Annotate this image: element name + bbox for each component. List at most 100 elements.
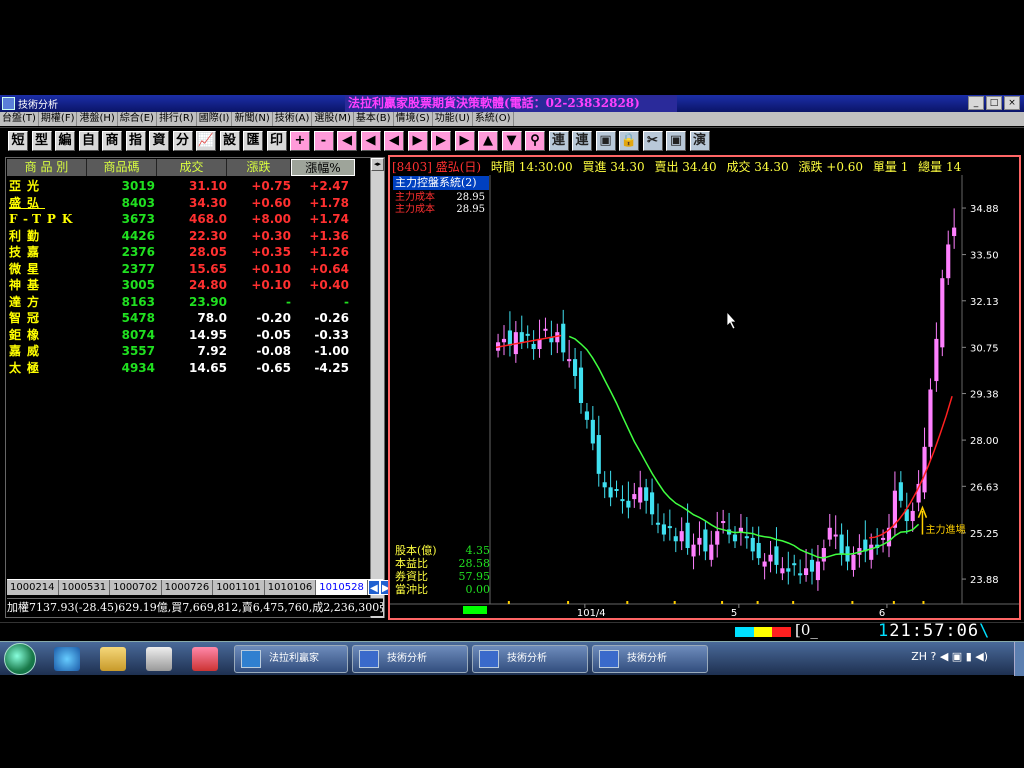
toolbar-button[interactable]: ◀ [337,131,357,151]
toolbar-button[interactable]: 商 [102,131,122,151]
candle-body [584,411,589,420]
menu-item[interactable]: 技術(A) [273,112,313,126]
toolbar-button[interactable]: ▲ [478,131,498,151]
toolbar-button[interactable]: ▼ [501,131,522,151]
ie-icon[interactable] [54,647,80,671]
stock-pct: -0.33 [314,327,349,342]
date-tab[interactable]: 1000214 [7,580,59,595]
indicator-title[interactable]: 主力控盤系統(2) [393,176,489,190]
toolbar-button[interactable]: 指 [125,131,146,151]
date-tab[interactable]: 1001101 [213,580,265,595]
col-header-code[interactable]: 商品碼 [87,159,157,176]
col-header-change[interactable]: 漲跌 [227,159,291,176]
menu-item[interactable]: 功能(U) [433,112,473,126]
stock-pct: +0.64 [309,261,349,276]
menu-item[interactable]: 台盤(T) [0,112,39,126]
toolbar-button[interactable]: 連 [548,131,569,151]
status-swatch [753,627,773,637]
app-shortcut-icon[interactable] [192,647,218,671]
watchlist-row[interactable]: F-TPK 3673 468.0 +8.00 +1.74 [7,211,367,227]
toolbar-button[interactable]: ◀ [360,131,381,151]
scroll-toggle-icon[interactable]: ◂▸ [371,158,384,171]
watchlist-row[interactable]: 利勤 4426 22.30 +0.30 +1.36 [7,228,367,244]
y-tick-label: 23.88 [970,575,999,586]
menu-item[interactable]: 新聞(N) [232,112,273,126]
col-header-pct[interactable]: 漲幅% [291,159,355,176]
toolbar-button[interactable]: 📈 [196,131,216,151]
date-tab[interactable]: 1010528 [316,580,368,595]
toolbar-button[interactable]: ▣ [595,131,616,151]
watchlist-row[interactable]: 微星 2377 15.65 +0.10 +0.64 [7,261,367,277]
toolbar-button[interactable]: 分 [172,131,193,151]
show-desktop-button[interactable] [1014,642,1024,676]
watchlist-row[interactable]: 太極 4934 14.65 -0.65 -4.25 [7,360,367,376]
menu-item[interactable]: 期權(F) [39,112,78,126]
toolbar-button[interactable]: ⚲ [525,131,545,151]
cost-label: 主力成本 [395,204,435,215]
toolbar-button[interactable]: ▣ [666,131,686,151]
stock-price: 7.92 [197,344,227,358]
maximize-button[interactable]: □ [986,96,1002,110]
toolbar-button[interactable]: ▶ [454,131,475,151]
toolbar-button[interactable]: 短 [8,131,28,151]
stock-pct: -4.25 [314,360,349,375]
taskbar-button[interactable]: 技術分析 [592,645,708,673]
menu-item[interactable]: 港盤(H) [77,112,118,126]
candle-body [685,522,690,549]
toolbar-button[interactable]: ✂ [642,131,663,151]
watchlist-row[interactable]: 鉅橡 8074 14.95 -0.05 -0.33 [7,327,367,343]
toolbar-button[interactable]: 印 [266,131,287,151]
watchlist-row[interactable]: 嘉威 3557 7.92 -0.08 -1.00 [7,343,367,359]
toolbar-button[interactable]: ▶ [407,131,428,151]
toolbar-button[interactable]: 連 [572,131,592,151]
status-text: [0_ [795,621,818,639]
menu-item[interactable]: 綜合(E) [118,112,157,126]
stock-price: 23.90 [189,294,227,309]
menu-item[interactable]: 基本(B) [354,112,394,126]
menu-item[interactable]: 情境(S) [394,112,433,126]
stock-name: 鉅橡 [9,327,46,342]
date-tab[interactable]: 1000702 [110,580,162,595]
stock-price: 14.65 [189,360,227,375]
menu-item[interactable]: 國際(I) [197,112,233,126]
candle-body [786,568,791,572]
toolbar-button[interactable]: - [313,131,334,151]
date-tab[interactable]: 1010106 [265,580,317,595]
menu-item[interactable]: 排行(R) [157,112,197,126]
watchlist-row[interactable]: 達方 8163 23.90 - - [7,294,367,310]
toolbar-button[interactable]: 自 [78,131,99,151]
menu-item[interactable]: 系統(O) [473,112,514,126]
toolbar-button[interactable]: ◀ [384,131,404,151]
candle-body [768,554,773,562]
watchlist-scrollbar[interactable]: ◂▸ [370,158,384,618]
taskbar-button[interactable]: 技術分析 [352,645,468,673]
toolbar-button[interactable]: 演 [689,131,710,151]
close-button[interactable]: × [1004,96,1020,110]
col-header-price[interactable]: 成交 [157,159,227,176]
toolbar-button[interactable]: 設 [219,131,240,151]
folder-icon[interactable] [100,647,126,671]
toolbar-button[interactable]: ▶ [431,131,451,151]
toolbar-button[interactable]: + [290,131,310,151]
taskbar-button[interactable]: 法拉利贏家 [234,645,348,673]
toolbar-button[interactable]: 匯 [243,131,263,151]
toolbar-button[interactable]: 型 [31,131,52,151]
date-tab[interactable]: 1000531 [59,580,111,595]
toolbar-button[interactable]: 🔒 [619,131,639,151]
watchlist-row[interactable]: 盛弘 8403 34.30 +0.60 +1.78 [7,195,367,211]
watchlist-row[interactable]: 智冠 5478 78.0 -0.20 -0.26 [7,310,367,326]
col-header-name[interactable]: 商 品 別 [7,159,87,176]
date-tab[interactable]: 1000726 [162,580,214,595]
toolbar-button[interactable]: 編 [55,131,75,151]
watchlist-row[interactable]: 技嘉 2376 28.05 +0.35 +1.26 [7,244,367,260]
watchlist-row[interactable]: 神基 3005 24.80 +0.10 +0.40 [7,277,367,293]
taskbar-button[interactable]: 技術分析 [472,645,588,673]
tab-prev-icon[interactable]: ◀ [367,580,380,595]
system-tray[interactable]: ZH ? ◀ ▣ ▮ ◀) [911,650,988,663]
media-player-icon[interactable] [146,647,172,671]
start-button[interactable] [4,643,36,675]
menu-item[interactable]: 選股(M) [312,112,354,126]
watchlist-row[interactable]: 亞光 3019 31.10 +0.75 +2.47 [7,178,367,194]
minimize-button[interactable]: _ [968,96,984,110]
toolbar-button[interactable]: 資 [149,131,169,151]
